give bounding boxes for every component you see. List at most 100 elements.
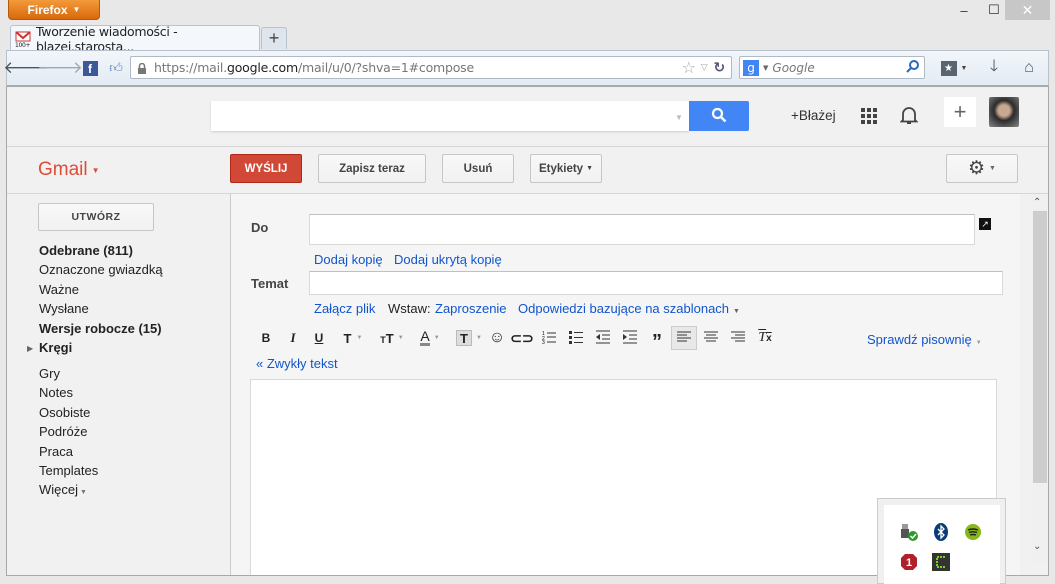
- search-engine-box[interactable]: g ▼ Google: [739, 56, 925, 79]
- facebook-icon: f: [82, 60, 98, 76]
- download-arrow-icon: 🡓: [989, 57, 999, 75]
- remove-formatting-button[interactable]: Tx: [755, 327, 775, 349]
- google-engine-icon[interactable]: g: [743, 59, 759, 76]
- align-left-button[interactable]: [671, 326, 697, 350]
- increase-indent-button[interactable]: [620, 327, 640, 349]
- browser-tab-active[interactable]: 100+ Tworzenie wiadomości - blazej.staro…: [10, 24, 260, 54]
- usb-safe-remove-icon[interactable]: [900, 523, 918, 541]
- url-bar[interactable]: https://mail. google.com/mail/u/0/?shva=1…: [130, 56, 732, 79]
- bookmark-star-icon[interactable]: ☆: [682, 58, 696, 77]
- bookmarks-menu-button[interactable]: ★ ▼: [938, 58, 970, 78]
- url-domain: google.com: [226, 60, 298, 75]
- history-dropdown-icon[interactable]: ▽: [701, 63, 708, 73]
- link-button[interactable]: ⊂⊃: [510, 327, 533, 349]
- sidebar-item-inbox[interactable]: Odebrane (811): [39, 241, 133, 260]
- align-right-button[interactable]: [728, 327, 748, 349]
- notification-count-icon[interactable]: 1: [900, 553, 918, 571]
- sidebar-label-travel[interactable]: Podróże: [39, 422, 87, 441]
- maximize-button[interactable]: ☐: [980, 0, 1008, 20]
- tray-icons-panel: 1: [884, 505, 1000, 584]
- scroll-up-icon[interactable]: ⌃: [1033, 197, 1041, 208]
- to-field[interactable]: [309, 214, 975, 245]
- chevron-down-icon: ▼: [733, 308, 740, 315]
- expand-triangle-icon[interactable]: ▶: [27, 344, 33, 353]
- apps-grid-icon[interactable]: [861, 108, 877, 124]
- scrollbar-thumb[interactable]: [1033, 211, 1047, 483]
- spotify-icon[interactable]: [964, 523, 982, 541]
- sidebar-item-important[interactable]: Ważne: [39, 280, 79, 299]
- sidebar-item-starred[interactable]: Oznaczone gwiazdką: [39, 260, 163, 279]
- scroll-down-icon[interactable]: ⌄: [1033, 541, 1041, 552]
- font-icon: T: [343, 330, 352, 346]
- highlight-button[interactable]: T ▼: [454, 327, 484, 349]
- gmail-menu[interactable]: Gmail ▼: [38, 159, 100, 181]
- new-tab-button[interactable]: +: [261, 27, 287, 49]
- attach-file-link[interactable]: Załącz plik: [314, 301, 375, 316]
- sidebar-label-work[interactable]: Praca: [39, 442, 73, 461]
- quote-button[interactable]: ”: [647, 327, 667, 353]
- sidebar-label-notes[interactable]: Notes: [39, 383, 73, 402]
- font-button[interactable]: T ▼: [339, 327, 367, 349]
- minimize-button[interactable]: ‒: [950, 0, 978, 20]
- spellcheck-dropdown[interactable]: Sprawdź pisownię ▼: [867, 332, 982, 347]
- emoji-button[interactable]: ☺: [487, 327, 507, 349]
- magnifier-icon[interactable]: [906, 59, 919, 76]
- underline-button[interactable]: U: [311, 327, 327, 349]
- search-button[interactable]: [689, 101, 749, 131]
- notifications-bell-icon[interactable]: [899, 105, 919, 128]
- sidebar-label-games[interactable]: Gry: [39, 364, 60, 383]
- share-plus-button[interactable]: +: [944, 97, 976, 127]
- decrease-indent-button[interactable]: [593, 327, 613, 349]
- underline-icon: U: [314, 331, 324, 345]
- close-window-button[interactable]: ✕: [1005, 0, 1050, 20]
- compose-button[interactable]: UTWÓRZ: [38, 203, 154, 231]
- text-color-button[interactable]: A ▼: [415, 327, 445, 349]
- italic-button[interactable]: I: [285, 327, 301, 349]
- add-cc-link[interactable]: Dodaj kopię: [314, 252, 383, 267]
- bluetooth-icon[interactable]: [932, 523, 950, 541]
- canned-responses-link[interactable]: Odpowiedzi bazujące na szablonach ▼: [518, 301, 740, 316]
- plain-text-link[interactable]: « Zwykły tekst: [256, 356, 338, 371]
- back-button[interactable]: 🡐: [3, 58, 49, 78]
- gmail-search-input[interactable]: [211, 101, 689, 131]
- home-button[interactable]: ⌂: [1019, 58, 1039, 78]
- downloads-button[interactable]: 🡓: [984, 58, 1004, 78]
- forward-button[interactable]: 🡒: [37, 58, 83, 78]
- labels-dropdown-button[interactable]: Etykiety ▼: [530, 154, 602, 183]
- monitor-app-icon[interactable]: [932, 553, 950, 571]
- indent-icon: [623, 330, 637, 347]
- like-button[interactable]: 👍︎: [107, 58, 125, 78]
- send-button[interactable]: WYŚLIJ: [230, 154, 302, 183]
- google-plus-profile-link[interactable]: +Błażej: [791, 108, 836, 123]
- sidebar-more[interactable]: Więcej ▼: [39, 480, 87, 499]
- subject-field[interactable]: [309, 271, 1003, 295]
- sidebar-item-circles[interactable]: Kręgi: [39, 338, 72, 357]
- font-size-button[interactable]: TT ▼: [376, 327, 408, 349]
- insert-invitation-link[interactable]: Zaproszenie: [435, 301, 507, 316]
- numbered-list-button[interactable]: 123: [539, 327, 559, 349]
- delete-button[interactable]: Usuń: [442, 154, 514, 183]
- svg-text:100+: 100+: [15, 42, 31, 47]
- user-avatar[interactable]: [989, 97, 1019, 127]
- align-center-button[interactable]: [701, 327, 721, 349]
- send-label: WYŚLIJ: [244, 162, 288, 175]
- plus-icon: +: [953, 99, 967, 124]
- popout-contacts-icon[interactable]: ↗: [979, 218, 991, 230]
- add-bcc-link[interactable]: Dodaj ukrytą kopię: [394, 252, 502, 267]
- firefox-menu-button[interactable]: Firefox ▼: [8, 0, 100, 20]
- bulleted-list-button[interactable]: [566, 327, 586, 349]
- firefox-menu-label: Firefox: [27, 2, 68, 17]
- sidebar-item-drafts[interactable]: Wersje robocze (15): [39, 319, 162, 338]
- sidebar-label-personal[interactable]: Osobiste: [39, 403, 90, 422]
- reload-icon[interactable]: ↻: [713, 60, 725, 76]
- bold-button[interactable]: B: [258, 327, 274, 349]
- search-options-dropdown-icon[interactable]: ▼: [675, 113, 683, 122]
- gmail-favicon-icon: 100+: [15, 30, 33, 49]
- sidebar-label-templates[interactable]: Templates: [39, 461, 98, 480]
- save-now-button[interactable]: Zapisz teraz: [318, 154, 426, 183]
- facebook-button[interactable]: f: [82, 58, 98, 78]
- sidebar-item-sent[interactable]: Wysłane: [39, 299, 89, 318]
- chevron-down-icon: ▼: [72, 5, 81, 14]
- compose-label: UTWÓRZ: [71, 211, 121, 223]
- settings-button[interactable]: ⚙ ▼: [946, 154, 1018, 183]
